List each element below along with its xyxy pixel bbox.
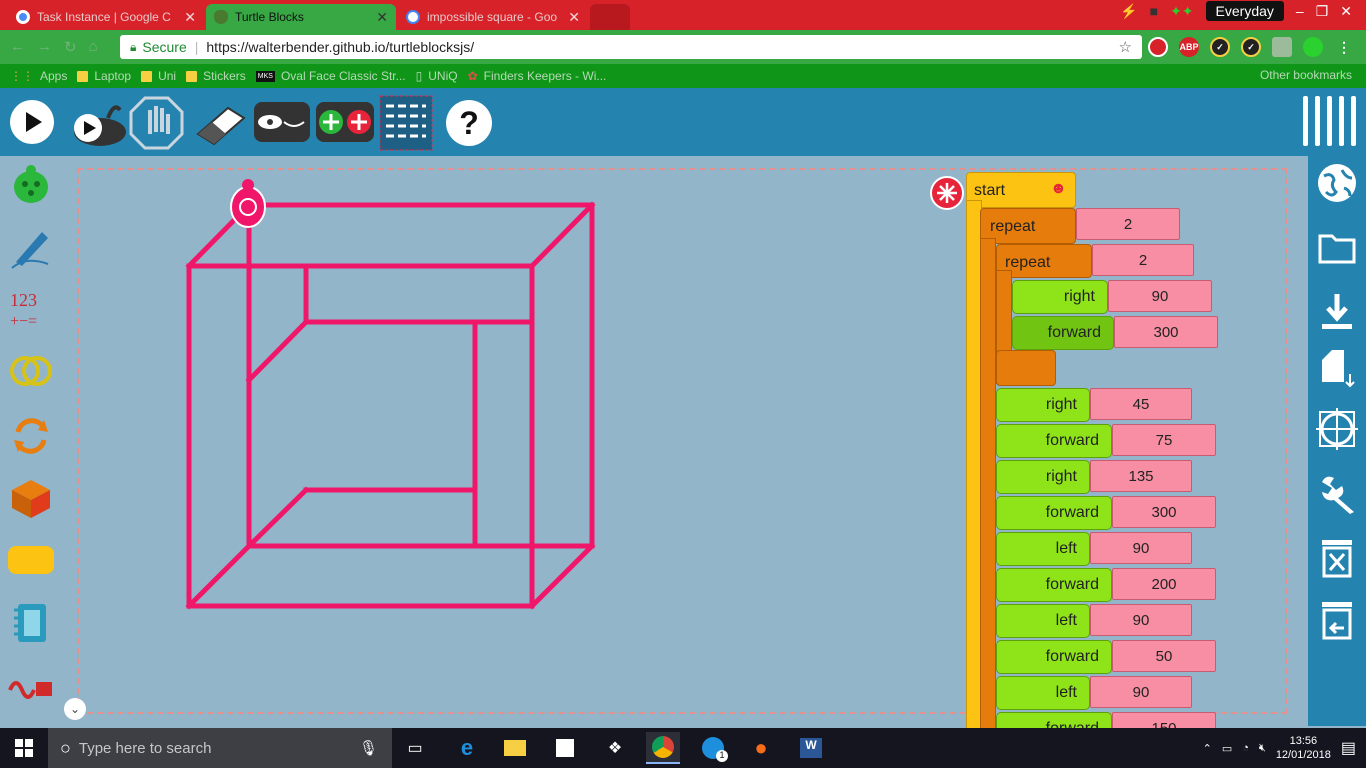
settings-wrench-icon[interactable] bbox=[1316, 472, 1358, 514]
clock-time: 13:56 bbox=[1289, 735, 1318, 747]
left-value-arg[interactable]: 90 bbox=[1090, 532, 1192, 564]
task-view-icon[interactable]: ▭ bbox=[398, 732, 432, 764]
volume-icon[interactable]: 🔇︎ bbox=[1259, 742, 1266, 755]
outer-repeat-arm bbox=[980, 238, 996, 738]
inner-repeat-label: repeat bbox=[1005, 254, 1051, 271]
system-tray: ⌃ ▭ ◔ 🔇︎ 13:56 12/01/2018 ▤ bbox=[1203, 728, 1356, 768]
taskbar-search[interactable]: ○ Type here to search 🎙︎ bbox=[48, 728, 392, 768]
save-icon[interactable] bbox=[1316, 290, 1358, 332]
turtle-icon[interactable] bbox=[230, 179, 266, 228]
open-folder-icon[interactable] bbox=[1316, 226, 1358, 268]
battery-icon[interactable]: ▭ bbox=[1222, 742, 1232, 755]
start-button[interactable] bbox=[0, 728, 48, 768]
notification-badge: 1 bbox=[716, 750, 728, 762]
restore-trash-icon[interactable] bbox=[1316, 598, 1358, 640]
forward-block[interactable]: forward bbox=[996, 640, 1112, 674]
forward-block[interactable]: forward bbox=[1012, 316, 1114, 350]
forward-value-arg[interactable]: 50 bbox=[1112, 640, 1216, 672]
chevron-up-icon[interactable]: ⌃ bbox=[1203, 742, 1212, 755]
dropbox-icon[interactable]: ❖ bbox=[598, 732, 632, 764]
left-block[interactable]: left bbox=[996, 604, 1090, 638]
empty-trash-icon[interactable] bbox=[1316, 536, 1358, 578]
start-label: start bbox=[974, 182, 1006, 199]
right-value-arg[interactable]: 135 bbox=[1090, 460, 1192, 492]
inner-repeat-foot bbox=[996, 350, 1056, 386]
wifi-icon[interactable]: ◔ bbox=[1242, 742, 1249, 754]
clock[interactable]: 13:56 12/01/2018 bbox=[1276, 734, 1331, 762]
turtle-small-icon: ☻ bbox=[1050, 180, 1067, 197]
forward-value-arg[interactable]: 200 bbox=[1112, 568, 1216, 600]
left-block[interactable]: left bbox=[996, 676, 1090, 710]
forward-distance-arg[interactable]: 300 bbox=[1114, 316, 1218, 348]
notifications-icon[interactable]: ▤ bbox=[1341, 738, 1356, 758]
left-value-arg[interactable]: 90 bbox=[1090, 676, 1192, 708]
collapse-start-button[interactable] bbox=[930, 176, 964, 210]
origin-icon[interactable]: ● bbox=[744, 732, 778, 764]
outer-repeat-count[interactable]: 2 bbox=[1076, 208, 1180, 240]
aux-toolbar bbox=[1308, 156, 1366, 726]
forward-block[interactable]: forward bbox=[996, 496, 1112, 530]
right-block[interactable]: right bbox=[996, 460, 1090, 494]
impossible-square-drawing bbox=[185, 201, 596, 610]
left-block[interactable]: left bbox=[996, 532, 1090, 566]
edge-icon[interactable]: e bbox=[450, 732, 484, 764]
right-block[interactable]: right bbox=[1012, 280, 1108, 314]
search-placeholder: Type here to search bbox=[78, 739, 212, 757]
file-explorer-icon[interactable] bbox=[498, 732, 532, 764]
chrome-icon[interactable] bbox=[646, 732, 680, 764]
store-icon[interactable] bbox=[548, 732, 582, 764]
search-icon: ○ bbox=[60, 737, 71, 758]
right-value-arg[interactable]: 45 bbox=[1090, 388, 1192, 420]
microphone-icon[interactable]: 🎙︎ bbox=[359, 739, 378, 757]
grid-toggle-icon[interactable] bbox=[1316, 408, 1358, 450]
left-value-arg[interactable]: 90 bbox=[1090, 604, 1192, 636]
right-angle-arg[interactable]: 90 bbox=[1108, 280, 1212, 312]
right-block[interactable]: right bbox=[996, 388, 1090, 422]
collapse-icon bbox=[937, 183, 957, 203]
messenger-icon[interactable]: 1 bbox=[696, 732, 730, 764]
new-project-icon[interactable] bbox=[1316, 348, 1358, 390]
forward-block[interactable]: forward bbox=[996, 568, 1112, 602]
outer-repeat-label: repeat bbox=[990, 218, 1036, 235]
windows-icon bbox=[15, 739, 33, 757]
inner-repeat-count[interactable]: 2 bbox=[1092, 244, 1194, 276]
clock-date: 12/01/2018 bbox=[1275, 749, 1331, 761]
planet-icon[interactable] bbox=[1316, 162, 1358, 204]
expand-palette-button[interactable]: ⌄ bbox=[64, 698, 86, 720]
forward-value-arg[interactable]: 300 bbox=[1112, 496, 1216, 528]
forward-value-arg[interactable]: 75 bbox=[1112, 424, 1216, 456]
word-icon[interactable]: W bbox=[794, 732, 828, 764]
forward-block[interactable]: forward bbox=[996, 424, 1112, 458]
